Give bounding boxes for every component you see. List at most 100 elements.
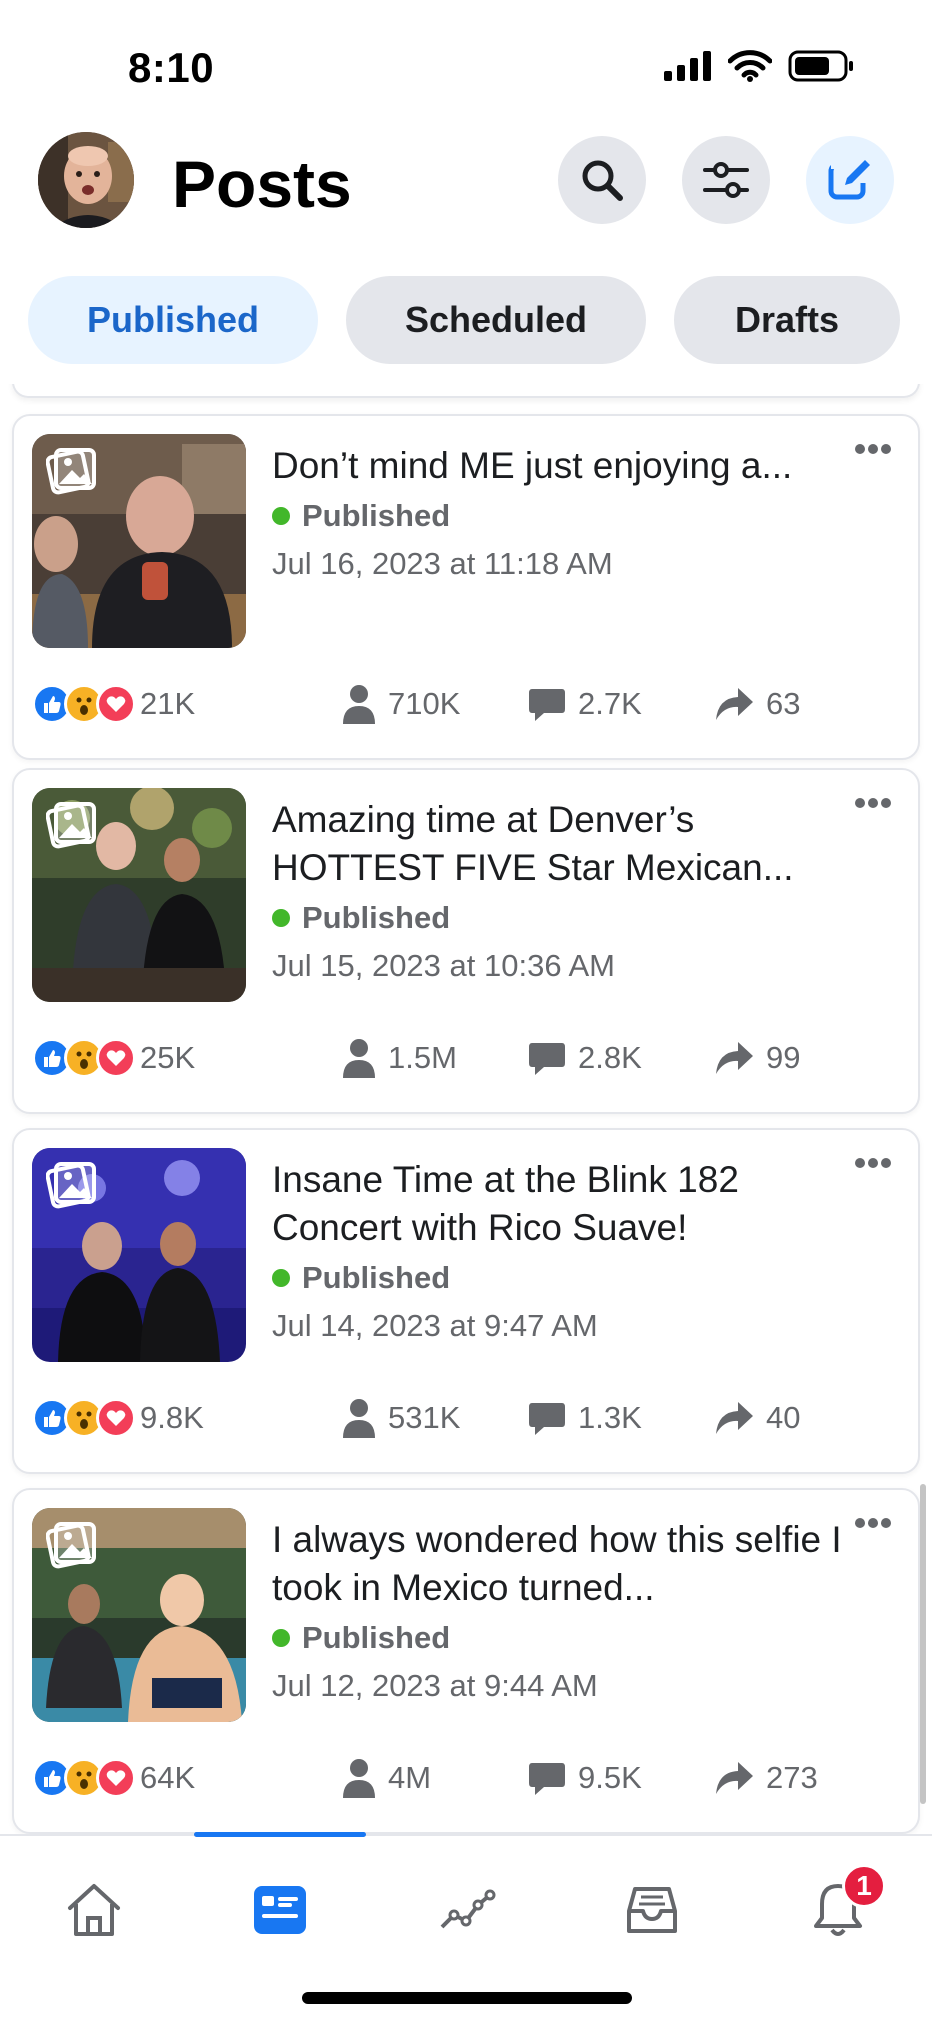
post-title: Amazing time at Denver’s HOTTEST FIVE St… — [272, 799, 794, 888]
published-status-dot — [272, 1629, 290, 1647]
share-arrow-icon — [716, 1402, 753, 1434]
comments-count: 1.3K — [578, 1400, 642, 1435]
reach-stat[interactable]: 710K — [342, 676, 460, 732]
inbox-tray-icon — [627, 1887, 677, 1933]
header: Posts — [0, 128, 932, 248]
post-thumbnail[interactable] — [32, 1508, 246, 1722]
share-arrow-icon — [716, 1762, 753, 1794]
notification-badge: 1 — [842, 1864, 886, 1908]
status-bar: 8:10 — [0, 0, 932, 130]
comments-count: 2.8K — [578, 1040, 642, 1075]
post-date: Jul 12, 2023 at 9:44 AM — [272, 1668, 598, 1703]
create-post-button[interactable] — [806, 136, 894, 224]
more-options-icon[interactable] — [854, 1156, 892, 1170]
scrollbar[interactable] — [920, 1484, 926, 1804]
nav-home[interactable] — [34, 1860, 154, 1960]
published-status-dot — [272, 507, 290, 525]
tab-published[interactable]: Published — [28, 276, 318, 364]
photo-type-icon — [46, 448, 96, 495]
comment-icon — [529, 1043, 565, 1075]
post-status-label: Published — [302, 900, 451, 935]
reach-stat[interactable]: 1.5M — [342, 1030, 457, 1086]
reactions-stat[interactable]: 9.8K — [32, 1390, 204, 1446]
reaction-icons — [32, 1758, 136, 1798]
comments-stat[interactable]: 2.8K — [528, 1030, 642, 1086]
active-tab-indicator — [194, 1832, 366, 1837]
reactions-stat[interactable]: 64K — [32, 1750, 195, 1806]
post-card[interactable]: Amazing time at Denver’s HOTTEST FIVE St… — [12, 768, 920, 1114]
person-icon — [343, 1759, 375, 1798]
comments-stat[interactable]: 1.3K — [528, 1390, 642, 1446]
published-status-dot — [272, 1269, 290, 1287]
tab-scheduled[interactable]: Scheduled — [346, 276, 646, 364]
love-reaction-icon — [96, 1398, 136, 1438]
avatar[interactable] — [38, 132, 134, 228]
post-status-label: Published — [302, 1260, 451, 1295]
post-title: I always wondered how this selfie I took… — [272, 1519, 842, 1608]
post-thumbnail[interactable] — [32, 788, 246, 1002]
nav-notifications[interactable]: 1 — [778, 1860, 898, 1960]
reactions-count: 9.8K — [140, 1400, 204, 1435]
post-card[interactable]: I always wondered how this selfie I took… — [12, 1488, 920, 1834]
wifi-icon — [728, 50, 772, 82]
post-stats: 9.8K 531K 1.3K 40 — [32, 1390, 912, 1446]
post-card[interactable]: Insane Time at the Blink 182 Concert wit… — [12, 1128, 920, 1474]
tab-drafts[interactable]: Drafts — [674, 276, 900, 364]
reactions-count: 64K — [140, 1760, 196, 1795]
reactions-stat[interactable]: 21K — [32, 676, 195, 732]
person-icon — [343, 1039, 375, 1078]
home-indicator — [302, 1992, 632, 2004]
shares-stat[interactable]: 63 — [714, 676, 800, 732]
post-title: Don’t mind ME just enjoying a... — [272, 445, 793, 486]
post-thumbnail[interactable] — [32, 434, 246, 648]
nav-insights[interactable] — [406, 1860, 526, 1960]
post-date: Jul 15, 2023 at 10:36 AM — [272, 948, 615, 983]
shares-stat[interactable]: 273 — [714, 1750, 818, 1806]
insights-chart-icon — [440, 1889, 496, 1929]
post-status-label: Published — [302, 498, 451, 533]
post-thumbnail[interactable] — [32, 1148, 246, 1362]
post-tabs: Published Scheduled Drafts — [28, 276, 908, 366]
reactions-stat[interactable]: 25K — [32, 1030, 195, 1086]
person-icon — [343, 685, 375, 724]
post-list[interactable]: Don’t mind ME just enjoying a... Publish… — [0, 384, 932, 1834]
comments-stat[interactable]: 9.5K — [528, 1750, 642, 1806]
more-options-icon[interactable] — [854, 1516, 892, 1530]
bottom-nav: 1 — [0, 1832, 932, 2020]
shares-stat[interactable]: 40 — [714, 1390, 800, 1446]
cellular-signal-icon — [664, 51, 711, 81]
reach-count: 710K — [388, 686, 461, 721]
reach-count: 1.5M — [388, 1040, 457, 1075]
more-options-icon[interactable] — [854, 796, 892, 810]
reach-stat[interactable]: 4M — [342, 1750, 431, 1806]
comments-stat[interactable]: 2.7K — [528, 676, 642, 732]
post-status-label: Published — [302, 1620, 451, 1655]
shares-count: 40 — [766, 1400, 801, 1435]
love-reaction-icon — [96, 684, 136, 724]
reaction-icons — [32, 1038, 136, 1078]
battery-icon — [788, 50, 853, 82]
filter-button[interactable] — [682, 136, 770, 224]
shares-stat[interactable]: 99 — [714, 1030, 800, 1086]
photo-type-icon — [46, 1522, 96, 1569]
search-icon — [582, 160, 623, 201]
photo-type-icon — [46, 802, 96, 849]
status-time: 8:10 — [128, 44, 215, 91]
sliders-icon — [703, 162, 749, 198]
post-date: Jul 16, 2023 at 11:18 AM — [272, 546, 613, 581]
home-icon — [68, 1884, 120, 1936]
share-arrow-icon — [716, 688, 753, 720]
status-icons — [664, 50, 854, 82]
post-status: Published — [272, 1620, 450, 1656]
nav-posts[interactable] — [220, 1860, 340, 1960]
search-button[interactable] — [558, 136, 646, 224]
reaction-icons — [32, 1398, 136, 1438]
nav-inbox[interactable] — [592, 1860, 712, 1960]
comment-icon — [529, 1403, 565, 1435]
person-icon — [343, 1399, 375, 1438]
reach-stat[interactable]: 531K — [342, 1390, 460, 1446]
more-options-icon[interactable] — [854, 442, 892, 456]
comments-count: 9.5K — [578, 1760, 642, 1795]
post-card[interactable]: Don’t mind ME just enjoying a... Publish… — [12, 414, 920, 760]
share-arrow-icon — [716, 1042, 753, 1074]
